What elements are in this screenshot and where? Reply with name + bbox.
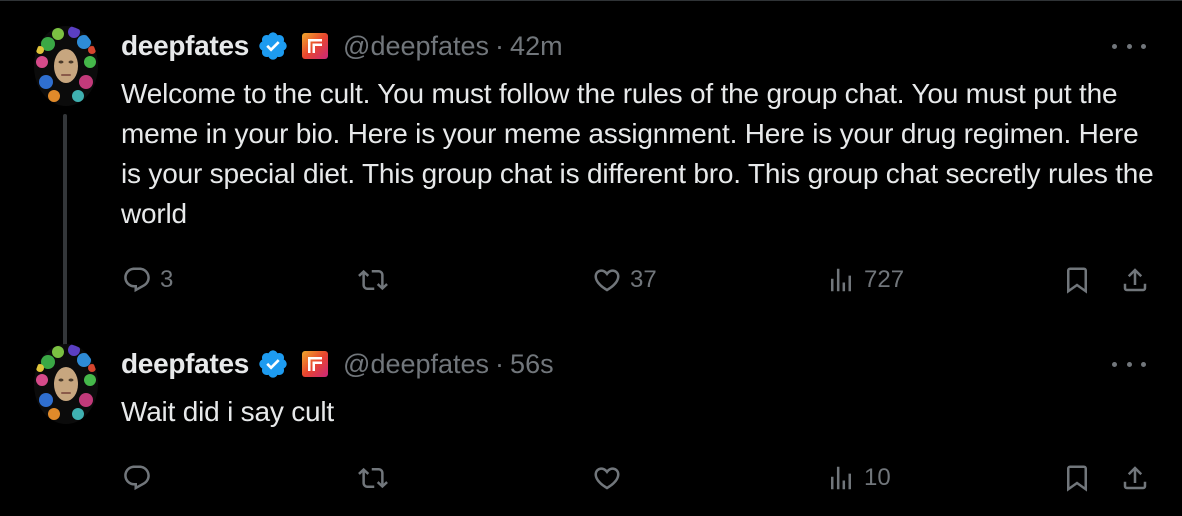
affiliate-badge-icon[interactable] xyxy=(301,350,329,378)
top-divider xyxy=(0,0,1182,1)
verified-badge-icon[interactable] xyxy=(257,348,289,380)
bookmark-button[interactable] xyxy=(1062,458,1092,498)
tweet-header: deepfates @deepfates · 42m xyxy=(121,26,563,66)
action-bar: 3 37 727 xyxy=(0,260,1182,300)
tweet-header: deepfates @deepfates · 56s xyxy=(121,344,554,384)
reply-count: 3 xyxy=(160,266,174,293)
like-button[interactable]: 37 xyxy=(592,260,657,300)
views-chart-icon xyxy=(826,265,856,295)
tweet[interactable]: deepfates @deepfates · 56s Wait did i sa… xyxy=(0,340,1182,510)
reply-icon xyxy=(122,265,152,295)
avatar-image xyxy=(34,344,98,424)
reply-icon xyxy=(122,463,152,493)
handle[interactable]: @deepfates xyxy=(343,349,489,380)
avatar[interactable] xyxy=(34,26,98,106)
retweet-icon xyxy=(358,265,388,295)
share-button[interactable] xyxy=(1120,260,1150,300)
bookmark-icon xyxy=(1062,265,1092,295)
views-button[interactable]: 10 xyxy=(826,458,891,498)
handle[interactable]: @deepfates xyxy=(343,31,489,62)
separator-dot: · xyxy=(495,30,505,61)
separator-dot: · xyxy=(495,348,505,379)
heart-icon xyxy=(592,265,622,295)
views-button[interactable]: 727 xyxy=(826,260,904,300)
avatar-image xyxy=(34,26,98,106)
bookmark-icon xyxy=(1062,463,1092,493)
like-button[interactable] xyxy=(592,458,630,498)
bookmark-button[interactable] xyxy=(1062,260,1092,300)
retweet-button[interactable] xyxy=(358,458,396,498)
affiliate-badge-icon[interactable] xyxy=(301,32,329,60)
views-chart-icon xyxy=(826,463,856,493)
thread-line xyxy=(63,114,67,360)
display-name[interactable]: deepfates xyxy=(121,348,249,380)
verified-badge-icon[interactable] xyxy=(257,30,289,62)
retweet-button[interactable] xyxy=(358,260,396,300)
heart-icon xyxy=(592,463,622,493)
tweet-text: Welcome to the cult. You must follow the… xyxy=(121,78,1162,229)
timestamp[interactable]: 42m xyxy=(510,31,563,62)
share-icon xyxy=(1120,265,1150,295)
action-bar: 10 xyxy=(0,458,1182,498)
tweet[interactable]: deepfates @deepfates · 42m Welcome to th… xyxy=(0,22,1182,360)
share-button[interactable] xyxy=(1120,458,1150,498)
avatar[interactable] xyxy=(34,344,98,424)
more-icon[interactable] xyxy=(1112,36,1146,56)
view-count: 727 xyxy=(864,266,905,293)
view-count: 10 xyxy=(864,464,891,491)
timestamp[interactable]: 56s xyxy=(510,349,554,380)
more-icon[interactable] xyxy=(1112,354,1146,374)
reply-button[interactable]: 3 xyxy=(122,260,173,300)
retweet-icon xyxy=(358,463,388,493)
share-icon xyxy=(1120,463,1150,493)
display-name[interactable]: deepfates xyxy=(121,30,249,62)
tweet-text: Wait did i say cult xyxy=(121,396,335,427)
like-count: 37 xyxy=(630,266,657,293)
reply-button[interactable] xyxy=(122,458,160,498)
